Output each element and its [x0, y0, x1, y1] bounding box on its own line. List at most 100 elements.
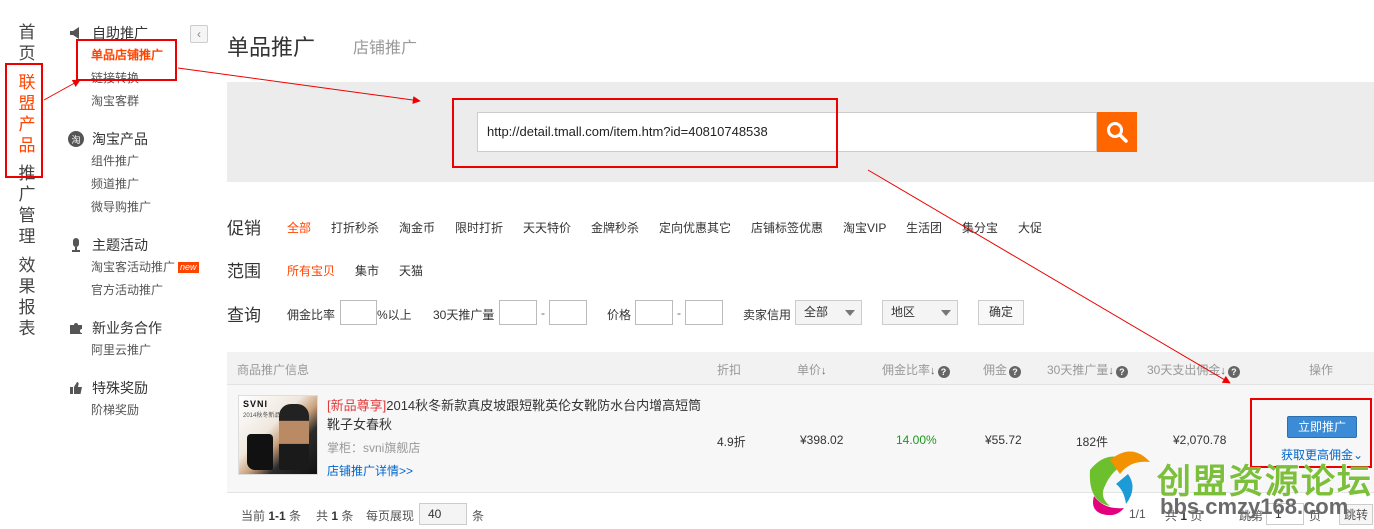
boot-shape: [247, 434, 273, 470]
sidebar-item-taoke-event-promo[interactable]: 淘宝客活动推广 new: [68, 256, 199, 279]
annotation-box-nav: [5, 63, 43, 178]
pager-current-range: 1-1: [268, 509, 286, 523]
volume-min-input[interactable]: [499, 300, 537, 325]
sidebar-group-theme-events: 主题活动 淘宝客活动推广 new 官方活动推广: [68, 234, 199, 302]
promo-option[interactable]: 天天特价: [523, 219, 571, 236]
puzzle-icon: [68, 320, 84, 336]
region-value: 地区: [891, 305, 916, 319]
sidebar-group-special-rewards: 特殊奖励 阶梯奖励: [68, 377, 148, 422]
cell-spend: ¥2,070.78: [1173, 433, 1227, 447]
col-header-action: 操作: [1309, 363, 1334, 377]
col-header-label: 30天支出佣金: [1147, 363, 1221, 377]
volume-label: 30天推广量: [433, 308, 495, 322]
tab-shop-promo[interactable]: 店铺推广: [353, 34, 417, 58]
help-icon[interactable]: ?: [937, 366, 950, 378]
pager-unit: 条: [341, 509, 354, 523]
sidebar-item-aliyun-promo[interactable]: 阿里云推广: [68, 339, 162, 362]
sidebar-item-taoke-group[interactable]: 淘宝客群: [68, 90, 163, 113]
microphone-icon: [68, 237, 84, 253]
scope-filter-label: 范围: [227, 262, 261, 281]
nav-item-reports[interactable]: 效果报表: [17, 255, 37, 339]
col-header-label: 佣金比率: [882, 363, 931, 377]
pager-current: 当前 1-1 条: [241, 507, 301, 524]
product-thumbnail[interactable]: SVNI 2014秋冬新品: [238, 395, 318, 475]
per-page-select[interactable]: 40: [419, 503, 467, 525]
promo-option[interactable]: 店铺标签优惠: [751, 219, 823, 236]
promo-option[interactable]: 定向优惠其它: [659, 219, 731, 236]
shop-promo-detail-link[interactable]: 店铺推广详情>>: [327, 462, 413, 479]
promo-option[interactable]: 全部: [287, 219, 311, 236]
volume-max-input[interactable]: [549, 300, 587, 325]
range-dash: -: [541, 306, 545, 320]
chevron-down-icon: [941, 310, 951, 316]
col-header-commission: 佣金?: [983, 361, 1022, 378]
sidebar-item-tier-rewards[interactable]: 阶梯奖励: [68, 399, 148, 422]
promo-option[interactable]: 生活团: [906, 219, 942, 236]
commission-rate-input[interactable]: [340, 300, 377, 325]
help-icon[interactable]: ?: [1227, 366, 1240, 378]
pager-total-label: 共: [316, 509, 329, 523]
sidebar-item-widget-promo[interactable]: 组件推广: [68, 150, 151, 173]
watermark-url: bbs.cmzy168.com: [1160, 494, 1349, 519]
sidebar-item-micro-guide-promo[interactable]: 微导购推广: [68, 196, 151, 219]
taobao-icon: 淘: [68, 131, 84, 147]
model-figure: [279, 404, 309, 470]
range-dash: -: [677, 306, 681, 320]
region-select[interactable]: 地区: [882, 300, 958, 325]
seller-credit-label: 卖家信用: [743, 308, 792, 322]
sidebar-group-title: 主题活动: [92, 237, 148, 253]
promo-option[interactable]: 限时打折: [455, 219, 503, 236]
seller-credit-select[interactable]: 全部: [795, 300, 862, 325]
query-filter-label: 查询: [227, 306, 261, 325]
chevron-down-icon: [845, 310, 855, 316]
sidebar-item-channel-promo[interactable]: 频道推广: [68, 173, 151, 196]
sidebar-collapse-button[interactable]: ‹: [190, 25, 208, 43]
thumbnail-caption: 2014秋冬新品: [243, 413, 281, 419]
scope-option[interactable]: 天猫: [399, 262, 423, 279]
sidebar-group-title: 淘宝产品: [92, 131, 148, 147]
col-header-price[interactable]: 单价↓: [797, 361, 827, 378]
sort-down-icon: ↓: [1108, 365, 1114, 377]
table-header: 商品推广信息 折扣 单价↓ 佣金比率↓? 佣金? 30天推广量↓? 30天支出佣…: [227, 352, 1374, 385]
pager-total-count: 1: [331, 509, 339, 523]
confirm-button[interactable]: 确定: [978, 300, 1024, 325]
thumbnail-brand: SVNI: [243, 399, 269, 409]
page-title: 单品推广: [227, 35, 316, 60]
promo-option[interactable]: 淘宝VIP: [843, 219, 886, 236]
sidebar-item-official-event-promo[interactable]: 官方活动推广: [68, 279, 199, 302]
product-title[interactable]: [新品尊享]2014秋冬新款真皮坡跟短靴英伦女靴防水台内增高短筒靴子女春秋: [327, 396, 712, 434]
thumbs-up-icon: [68, 380, 84, 396]
promo-option[interactable]: 金牌秒杀: [591, 219, 639, 236]
sidebar-group-title: 特殊奖励: [92, 380, 148, 396]
price-min-input[interactable]: [635, 300, 673, 325]
col-header-label: 30天推广量: [1047, 363, 1109, 377]
col-header-info: 商品推广信息: [237, 363, 310, 377]
shop-name: 掌柜：svni旗舰店: [327, 441, 421, 455]
promo-option[interactable]: 大促: [1018, 219, 1042, 236]
scope-option[interactable]: 所有宝贝: [287, 262, 335, 279]
sidebar-group-taobao-products: 淘 淘宝产品 组件推广 频道推广 微导购推广: [68, 128, 151, 219]
promo-option[interactable]: 集分宝: [962, 219, 998, 236]
pager-page-info: 1/1: [1129, 507, 1146, 521]
pager-current-label: 当前: [241, 509, 266, 523]
help-icon[interactable]: ?: [1009, 366, 1022, 378]
promo-option[interactable]: 打折秒杀: [331, 219, 379, 236]
price-max-input[interactable]: [685, 300, 723, 325]
new-badge: new: [178, 262, 199, 274]
col-header-label: 单价: [797, 363, 822, 377]
nav-item-home[interactable]: 首页: [17, 22, 37, 64]
search-button[interactable]: [1097, 112, 1137, 152]
cell-rate: 14.00%: [896, 433, 937, 447]
help-icon[interactable]: ?: [1115, 366, 1128, 378]
price-label: 价格: [607, 308, 632, 322]
cell-volume: 182件: [1076, 435, 1109, 449]
promo-filter-label: 促销: [227, 219, 261, 238]
col-header-spend[interactable]: 30天支出佣金↓?: [1147, 361, 1240, 378]
scope-option[interactable]: 集市: [355, 262, 379, 279]
col-header-volume[interactable]: 30天推广量↓?: [1047, 361, 1128, 378]
commission-rate-label: 佣金比率: [287, 308, 336, 322]
cell-price: ¥398.02: [800, 433, 844, 447]
col-header-rate[interactable]: 佣金比率↓?: [882, 361, 950, 378]
search-icon: [1107, 122, 1128, 143]
promo-option[interactable]: 淘金币: [399, 219, 435, 236]
